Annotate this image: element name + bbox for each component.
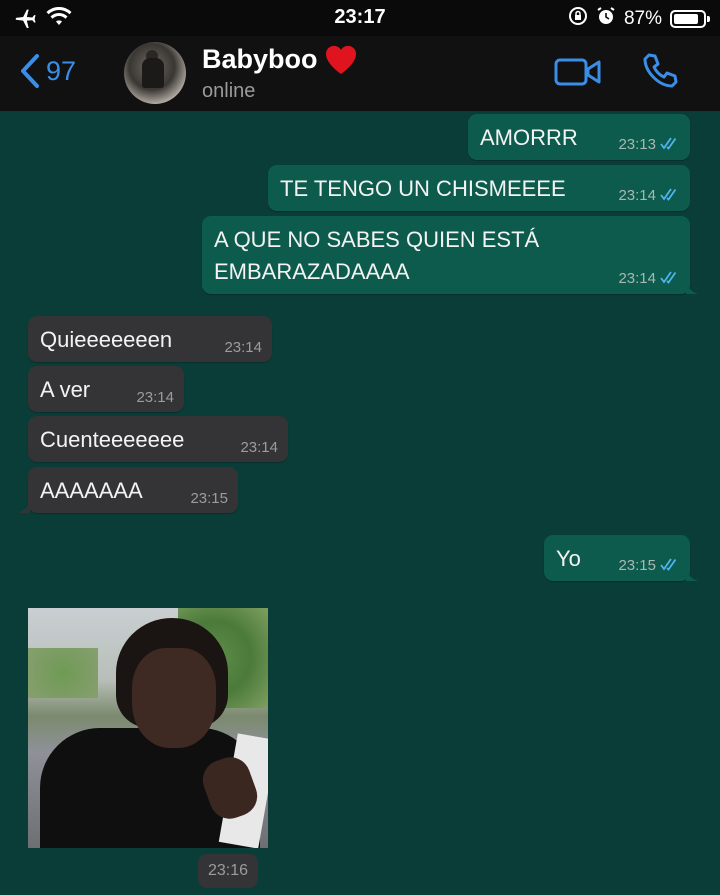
contact-name[interactable]: Babyboo	[202, 44, 318, 75]
message-outgoing[interactable]: TE TENGO UN CHISMEEEE 23:14	[268, 165, 690, 211]
message-incoming[interactable]: Quieeeeeeen 23:14	[28, 316, 272, 362]
alarm-icon	[596, 6, 616, 32]
heart-emoji-icon	[324, 44, 358, 81]
message-text: AMORRR	[480, 125, 578, 150]
chevron-left-icon	[21, 54, 39, 88]
unread-count: 97	[46, 55, 77, 86]
message-text: TE TENGO UN CHISMEEEE	[280, 176, 566, 201]
message-text: A ver	[40, 377, 91, 402]
video-call-icon[interactable]	[554, 56, 602, 93]
phone-call-icon[interactable]	[641, 52, 679, 95]
read-ticks-icon	[660, 270, 680, 288]
message-outgoing[interactable]: Yo 23:15	[544, 535, 698, 581]
image-message-time: 23:16	[198, 854, 259, 888]
back-button[interactable]: 97	[20, 54, 76, 88]
chat-header: 97 Babyboo online	[0, 36, 720, 112]
read-ticks-icon	[660, 187, 680, 205]
message-time: 23:15	[618, 557, 656, 574]
message-text: Quieeeeeeen	[40, 327, 173, 352]
message-time: 23:15	[190, 490, 228, 507]
image-message[interactable]	[28, 608, 268, 848]
message-time: 23:14	[240, 439, 278, 456]
message-time: 23:14	[618, 187, 656, 204]
message-time: 23:14	[224, 339, 262, 356]
contact-status: online	[202, 80, 256, 102]
message-time: 23:14	[136, 389, 174, 406]
status-bar: 23:17 87%	[0, 0, 720, 36]
message-text: AAAAAAA	[40, 478, 143, 503]
message-incoming[interactable]: A ver 23:14	[28, 366, 184, 412]
read-ticks-icon	[660, 557, 680, 575]
message-text: Yo	[556, 546, 581, 571]
message-incoming[interactable]: AAAAAAA 23:15	[18, 467, 238, 513]
battery-percent: 87%	[623, 8, 662, 29]
message-text: A QUE NO SABES QUIEN ESTÁ EMBARAZADAAAA	[214, 227, 540, 284]
message-text: Cuenteeeeeee	[40, 427, 185, 452]
message-incoming[interactable]: Cuenteeeeeee 23:14	[28, 416, 288, 462]
message-outgoing[interactable]: A QUE NO SABES QUIEN ESTÁ EMBARAZADAAAA …	[202, 216, 698, 294]
message-time: 23:13	[618, 136, 656, 153]
message-outgoing[interactable]: AMORRR 23:13	[468, 114, 690, 160]
message-time: 23:14	[618, 270, 656, 287]
avatar[interactable]	[124, 42, 186, 104]
battery-icon	[670, 10, 710, 28]
rotation-lock-icon	[568, 6, 588, 32]
read-ticks-icon	[660, 136, 680, 154]
